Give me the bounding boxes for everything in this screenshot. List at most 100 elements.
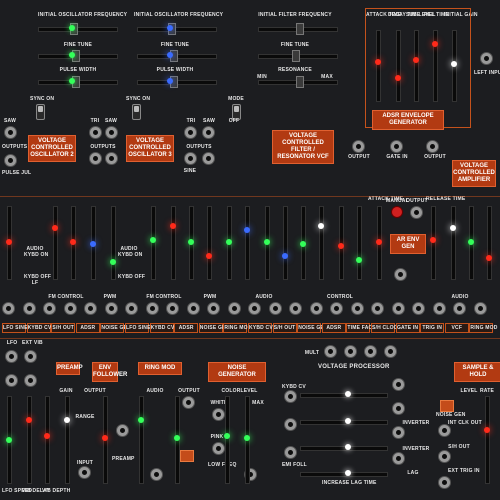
ext-vib-jack-2[interactable]	[24, 374, 37, 387]
sync-switch[interactable]	[36, 104, 45, 120]
ext-vib-jack[interactable]	[24, 350, 37, 363]
patch-jack[interactable]	[63, 302, 77, 315]
lfo-out-jack-2[interactable]	[5, 374, 18, 387]
strip-label: ADSR	[75, 323, 100, 333]
lag-label: LAG	[407, 470, 419, 476]
preamp-input-jack[interactable]	[78, 466, 91, 479]
osc2-freq-slider[interactable]	[137, 27, 217, 32]
vp-slider-3[interactable]	[300, 446, 388, 451]
led-indicator	[430, 237, 436, 243]
patch-jack[interactable]	[432, 302, 446, 315]
mixer-slider[interactable]	[451, 206, 456, 280]
osc3-pulse-jack[interactable]	[202, 152, 215, 165]
adsr-output-jack[interactable]	[426, 140, 439, 153]
patch-jack[interactable]	[227, 302, 241, 315]
vp-in-jack-3[interactable]	[284, 446, 297, 459]
patch-jack[interactable]	[43, 302, 56, 315]
patch-jack[interactable]	[371, 302, 384, 315]
mixer-slider[interactable]	[245, 206, 250, 280]
patch-jack[interactable]	[125, 302, 138, 315]
vcf-output-jack[interactable]	[352, 140, 365, 153]
vp-in-jack-2[interactable]	[284, 418, 297, 431]
ar-gate-jack[interactable]	[394, 268, 407, 281]
osc3-tri-jack[interactable]	[184, 126, 197, 139]
mixer-slider[interactable]	[171, 206, 176, 280]
osc2-tri-jack[interactable]	[89, 126, 102, 139]
mixer-slider[interactable]	[53, 206, 58, 280]
patch-jack[interactable]	[453, 302, 466, 315]
ar-output-jack[interactable]	[410, 206, 423, 219]
vp-slider-1[interactable]	[300, 393, 388, 398]
bottom-slider[interactable]	[65, 396, 70, 484]
vp-out-jack-3[interactable]	[392, 426, 405, 439]
filter-freq-handle[interactable]	[296, 23, 304, 35]
patch-jack[interactable]	[145, 302, 159, 315]
mult-jack-1[interactable]	[324, 345, 337, 358]
bottom-slider[interactable]	[225, 396, 230, 484]
patch-jack[interactable]	[473, 302, 487, 315]
mixer-slider[interactable]	[207, 206, 212, 280]
adsr-gate-jack[interactable]	[390, 140, 403, 153]
patch-jack[interactable]	[166, 302, 179, 315]
mixer-slider[interactable]	[151, 206, 156, 280]
mixer-slider[interactable]	[111, 206, 116, 280]
osc1-pulse-jack[interactable]	[4, 154, 17, 167]
mixer-slider[interactable]	[431, 206, 436, 280]
patch-jack[interactable]	[350, 302, 364, 315]
mult-jack-4[interactable]	[384, 345, 397, 358]
osc3-sine-jack[interactable]	[184, 152, 197, 165]
mult-jack-2[interactable]	[344, 345, 357, 358]
sh-out-jack[interactable]	[438, 450, 451, 463]
left-input-jack[interactable]	[480, 52, 493, 65]
vp-in-jack-1[interactable]	[284, 390, 297, 403]
patch-jack[interactable]	[330, 302, 343, 315]
vcf-title: VOLTAGE CONTROLLED FILTER / RESONATOR VC…	[272, 130, 334, 164]
osc2-saw-jack[interactable]	[105, 126, 118, 139]
mixer-slider[interactable]	[319, 206, 324, 280]
patch-jack[interactable]	[309, 302, 323, 315]
patch-jack[interactable]	[104, 302, 118, 315]
white-jack[interactable]	[212, 408, 225, 421]
patch-jack[interactable]	[2, 302, 15, 315]
patch-jack[interactable]	[207, 302, 220, 315]
osc2-sine-jack[interactable]	[89, 152, 102, 165]
pink-jack[interactable]	[212, 442, 225, 455]
osc3-saw-jack[interactable]	[202, 126, 215, 139]
osc1-saw-jack[interactable]	[4, 126, 17, 139]
vp-slider-2[interactable]	[300, 420, 388, 425]
vp-out-jack-1[interactable]	[392, 378, 405, 391]
mult-jack-3[interactable]	[364, 345, 377, 358]
mixer-slider[interactable]	[357, 206, 362, 280]
patch-jack[interactable]	[84, 302, 97, 315]
lfo-out-jack[interactable]	[5, 350, 18, 363]
vp-out-jack-4[interactable]	[392, 452, 405, 465]
patch-jack[interactable]	[22, 302, 36, 315]
patch-jack[interactable]	[289, 302, 302, 315]
vp-slider-4[interactable]	[300, 472, 388, 477]
bottom-slider[interactable]	[45, 396, 50, 484]
bottom-slider[interactable]	[27, 396, 32, 484]
vp-out-jack-2[interactable]	[392, 402, 405, 415]
mixer-slider[interactable]	[283, 206, 288, 280]
osc1-freq-slider[interactable]	[38, 27, 118, 32]
sync-switch-2[interactable]	[132, 104, 141, 120]
mixer-slider[interactable]	[487, 206, 492, 280]
patch-jack[interactable]	[248, 302, 261, 315]
osc2-pulse-jack[interactable]	[105, 152, 118, 165]
int-clk-jack[interactable]	[438, 424, 451, 437]
ext-trig-jack[interactable]	[438, 476, 451, 489]
env-follower-title: ENV FOLLOWER	[92, 362, 127, 382]
patch-jack[interactable]	[268, 302, 282, 315]
ring-output-jack[interactable]	[182, 396, 195, 409]
bottom-slider[interactable]	[485, 396, 490, 484]
patch-jack[interactable]	[412, 302, 425, 315]
ring-in-jack[interactable]	[150, 468, 163, 481]
env-output-jack[interactable]	[116, 424, 129, 437]
patch-jack[interactable]	[391, 302, 405, 315]
filter-fine-handle[interactable]	[292, 50, 300, 62]
manual-button[interactable]	[391, 206, 403, 218]
patch-jack[interactable]	[186, 302, 200, 315]
bottom-slider[interactable]	[139, 396, 144, 484]
led-indicator	[90, 241, 96, 247]
resonance-handle[interactable]	[296, 76, 304, 88]
